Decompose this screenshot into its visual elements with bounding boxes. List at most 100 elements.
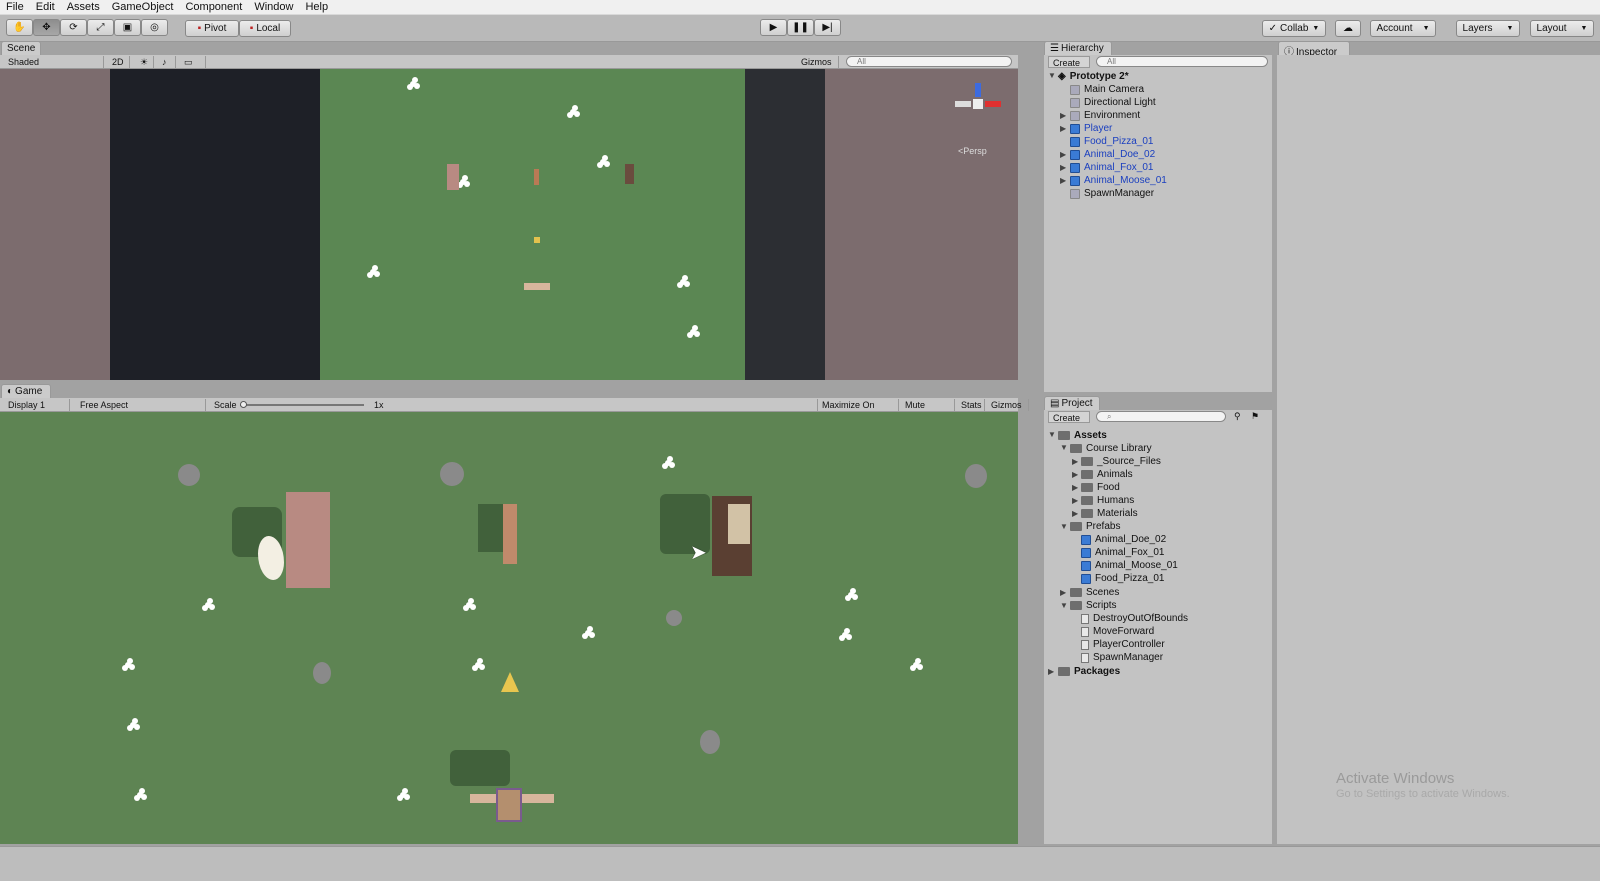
hierarchy-item-spawn-manager[interactable]: SpawnManager [1070,187,1154,200]
lighting-toggle[interactable]: ☀ [136,56,154,68]
hierarchy-scene-root[interactable]: ◈ Prototype 2* [1058,70,1129,83]
label-icon[interactable]: ⚑ [1251,411,1259,422]
tab-inspector[interactable]: ⓘ Inspector [1278,41,1350,58]
menu-help[interactable]: Help [299,0,334,14]
project-prefab-animal-fox[interactable]: Animal_Fox_01 [1081,546,1164,559]
expand-arrow-icon[interactable]: ▼ [1060,522,1068,531]
game-player[interactable] [496,788,522,822]
stats-toggle[interactable]: Stats [957,399,985,411]
project-course-library-folder[interactable]: Course Library [1070,442,1152,455]
project-script-spawn-manager[interactable]: SpawnManager [1081,651,1163,664]
cloud-button[interactable]: ☁ [1335,20,1361,37]
layout-dropdown[interactable]: Layout ▼ [1530,20,1594,37]
expand-arrow-icon[interactable]: ▼ [1060,443,1068,452]
tab-game[interactable]: ◐ Game [1,384,51,398]
tab-project[interactable]: ▤ Project [1044,396,1100,410]
audio-toggle[interactable]: ♪ [158,56,176,68]
scene-viewport[interactable]: <Persp [0,69,1018,380]
account-dropdown[interactable]: Account ▼ [1370,20,1436,37]
collapsed-arrow-icon[interactable]: ▶ [1060,150,1066,159]
scene-orientation-gizmo[interactable] [955,79,1005,139]
menu-component[interactable]: Component [179,0,248,14]
game-gizmos-dropdown[interactable]: Gizmos [987,399,1029,411]
collapsed-arrow-icon[interactable]: ▶ [1048,667,1054,676]
persp-label[interactable]: <Persp [958,146,987,156]
project-prefab-animal-doe[interactable]: Animal_Doe_02 [1081,533,1166,546]
project-folder-materials[interactable]: Materials [1081,507,1138,520]
project-scripts-folder[interactable]: Scripts [1070,599,1117,612]
project-packages-folder[interactable]: Packages [1058,665,1120,678]
shading-dropdown[interactable]: Shaded [4,56,104,68]
collapsed-arrow-icon[interactable]: ▶ [1060,111,1066,120]
collapsed-arrow-icon[interactable]: ▶ [1060,124,1066,133]
project-script-destroy-out-of-bounds[interactable]: DestroyOutOfBounds [1081,612,1188,625]
collapsed-arrow-icon[interactable]: ▶ [1072,496,1078,505]
maximize-on-play-toggle[interactable]: Maximize On Play [817,399,899,422]
project-prefabs-folder[interactable]: Prefabs [1070,520,1120,533]
2d-toggle[interactable]: 2D [108,56,130,68]
layers-dropdown[interactable]: Layers ▼ [1456,20,1520,37]
hierarchy-item-environment[interactable]: Environment [1070,109,1140,122]
hand-tool-button[interactable]: ✋ [6,19,33,36]
project-prefab-food-pizza[interactable]: Food_Pizza_01 [1081,572,1165,585]
rect-tool-button[interactable]: ▣ [114,19,141,36]
expand-arrow-icon[interactable]: ▼ [1048,430,1056,439]
project-folder-humans[interactable]: Humans [1081,494,1134,507]
project-folder-animals[interactable]: Animals [1081,468,1133,481]
tab-scene[interactable]: Scene [1,41,41,55]
step-button[interactable]: ▶| [814,19,841,36]
hierarchy-item-animal-fox[interactable]: Animal_Fox_01 [1070,161,1153,174]
menu-gameobject[interactable]: GameObject [106,0,180,14]
project-create-dropdown[interactable]: Create [1048,411,1090,423]
hierarchy-item-player[interactable]: Player [1070,122,1112,135]
collapsed-arrow-icon[interactable]: ▶ [1072,470,1078,479]
hierarchy-item-food-pizza[interactable]: Food_Pizza_01 [1070,135,1154,148]
project-folder-food[interactable]: Food [1081,481,1120,494]
project-prefab-animal-moose[interactable]: Animal_Moose_01 [1081,559,1178,572]
collapsed-arrow-icon[interactable]: ▶ [1072,483,1078,492]
project-script-move-forward[interactable]: MoveForward [1081,625,1154,638]
collapsed-arrow-icon[interactable]: ▶ [1060,163,1066,172]
hierarchy-item-animal-moose[interactable]: Animal_Moose_01 [1070,174,1167,187]
expand-arrow-icon[interactable]: ▼ [1048,71,1056,80]
scene-search-input[interactable]: All [846,56,1012,67]
project-search-input[interactable]: ⌕ [1096,411,1226,422]
aspect-dropdown[interactable]: Free Aspect [76,399,206,411]
play-button[interactable]: ▶ [760,19,787,36]
mute-audio-toggle[interactable]: Mute Audio [901,399,955,422]
local-button[interactable]: ▪ Local [239,20,291,37]
project-folder-source-files[interactable]: _Source_Files [1081,455,1161,468]
scale-slider[interactable] [240,404,364,406]
project-scenes-folder[interactable]: Scenes [1070,586,1119,599]
collapsed-arrow-icon[interactable]: ▶ [1072,457,1078,466]
hierarchy-search-input[interactable]: All [1096,56,1268,67]
transform-tool-button[interactable]: ◎ [141,19,168,36]
pause-button[interactable]: ❚❚ [787,19,814,36]
hierarchy-item-main-camera[interactable]: Main Camera [1070,83,1144,96]
collapsed-arrow-icon[interactable]: ▶ [1060,588,1066,597]
pivot-button[interactable]: ▪ Pivot [185,20,239,37]
menu-window[interactable]: Window [248,0,299,14]
rotate-tool-button[interactable]: ⟳ [60,19,87,36]
effects-dropdown[interactable]: ▭ [180,56,206,68]
collapsed-arrow-icon[interactable]: ▶ [1072,509,1078,518]
filter-icon[interactable]: ⚲ [1234,411,1241,422]
menu-file[interactable]: File [0,0,30,14]
scale-tool-button[interactable]: ⤢ [87,19,114,36]
display-dropdown[interactable]: Display 1 [4,399,70,411]
project-script-player-controller[interactable]: PlayerController [1081,638,1165,651]
tab-hierarchy[interactable]: ☰ Hierarchy [1044,41,1112,55]
hierarchy-create-dropdown[interactable]: Create [1048,56,1090,68]
scale-slider-handle[interactable] [240,401,247,408]
collab-dropdown[interactable]: ✓ Collab ▼ [1262,20,1326,37]
menu-assets[interactable]: Assets [61,0,106,14]
collapsed-arrow-icon[interactable]: ▶ [1060,176,1066,185]
scene-gizmos-dropdown[interactable]: Gizmos [797,56,839,68]
move-tool-button[interactable]: ✥ [33,19,60,36]
menu-edit[interactable]: Edit [30,0,61,14]
expand-arrow-icon[interactable]: ▼ [1060,601,1068,610]
game-viewport[interactable]: ➤ [0,412,1018,844]
hierarchy-item-directional-light[interactable]: Directional Light [1070,96,1156,109]
hierarchy-item-animal-doe[interactable]: Animal_Doe_02 [1070,148,1155,161]
project-assets-folder[interactable]: Assets [1058,429,1107,442]
